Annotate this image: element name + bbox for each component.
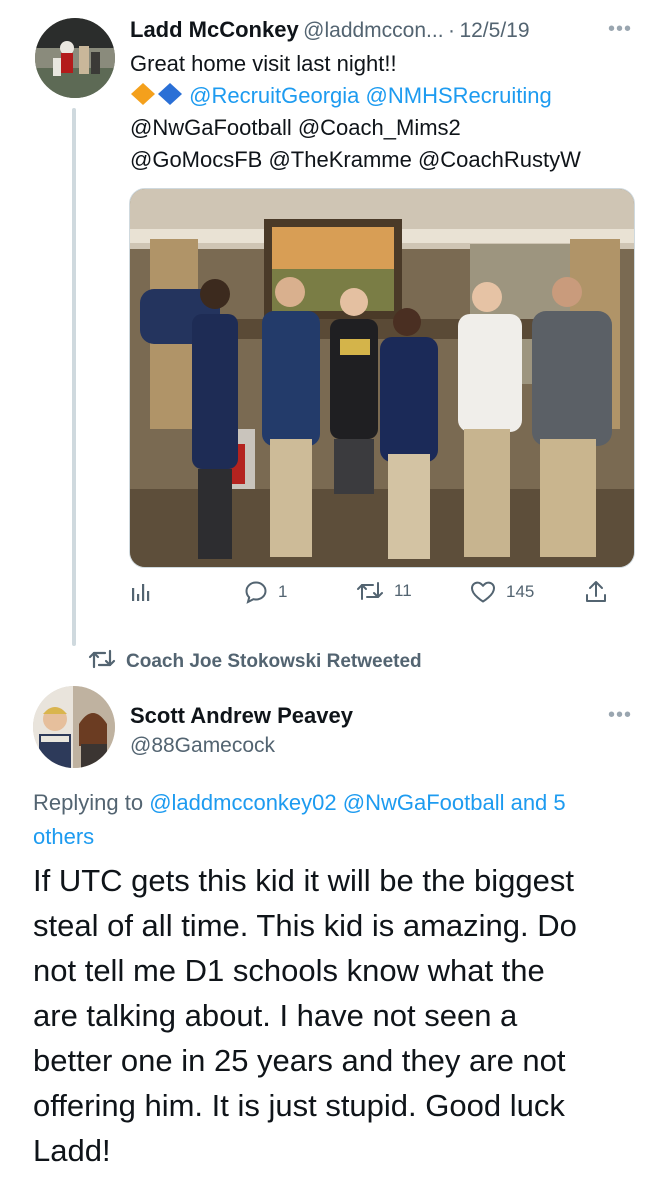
- retweet-banner: Coach Joe Stokowski Retweeted: [88, 648, 422, 675]
- retweeted-by-text[interactable]: Coach Joe Stokowski Retweeted: [126, 651, 422, 673]
- body-line: offering him. It is just stupid. Good lu…: [33, 1088, 565, 1123]
- author-name[interactable]: Ladd McConkey: [130, 17, 299, 42]
- avatar-scott[interactable]: [33, 686, 115, 768]
- tweet1-text-line1: Great home visit last night!!: [130, 51, 397, 76]
- tweet1-header: Ladd McConkey @laddmccon... · 12/5/19: [130, 17, 530, 43]
- thread-line: [72, 108, 76, 646]
- author-name[interactable]: Scott Andrew Peavey: [130, 703, 353, 729]
- tweet-date[interactable]: 12/5/19: [459, 19, 529, 42]
- tweet1-mentions-row1: @RecruitGeorgia @NMHSRecruiting: [130, 80, 552, 114]
- retweet-count: 11: [394, 581, 412, 600]
- reply-button[interactable]: 1: [244, 580, 287, 604]
- mention-links[interactable]: @RecruitGeorgia @NMHSRecruiting: [189, 83, 552, 108]
- avatar-ladd[interactable]: [35, 18, 115, 98]
- more-icon[interactable]: •••: [608, 18, 632, 41]
- like-icon: [470, 580, 496, 604]
- share-icon: [585, 580, 607, 604]
- reply-count: 1: [278, 582, 288, 601]
- mention-links[interactable]: @GoMocsFB @TheKramme @CoachRustyW: [130, 144, 581, 175]
- more-icon[interactable]: •••: [608, 704, 632, 727]
- replying-prefix: Replying to: [33, 790, 144, 815]
- orange-diamond-icon: [130, 82, 156, 114]
- body-line: better one in 25 years and they are not: [33, 1043, 566, 1078]
- body-line: Ladd!: [33, 1133, 111, 1168]
- retweet-icon: [88, 648, 116, 675]
- retweet-icon: [356, 580, 384, 602]
- author-handle[interactable]: @88Gamecock: [130, 734, 275, 758]
- like-button[interactable]: 145: [470, 580, 534, 604]
- tweet-photo[interactable]: [129, 188, 635, 568]
- blue-diamond-icon: [157, 82, 183, 114]
- share-button[interactable]: [585, 580, 607, 604]
- replying-others[interactable]: others: [33, 824, 94, 849]
- tweet2-body: If UTC gets this kid it will be the bigg…: [33, 858, 643, 1173]
- separator-dot: ·: [448, 19, 455, 42]
- body-line: are talking about. I have not seen a: [33, 998, 518, 1033]
- analytics-icon: [130, 580, 152, 602]
- mention-links[interactable]: @NwGaFootball @Coach_Mims2: [130, 112, 461, 143]
- like-count: 145: [506, 582, 535, 601]
- reply-icon: [244, 580, 268, 604]
- replying-mentions[interactable]: @laddmcconkey02 @NwGaFootball and 5: [149, 790, 565, 815]
- author-handle[interactable]: @laddmccon...: [303, 19, 443, 42]
- replying-to: Replying to @laddmcconkey02 @NwGaFootbal…: [33, 786, 643, 854]
- body-line: If UTC gets this kid it will be the bigg…: [33, 863, 575, 898]
- body-line: steal of all time. This kid is amazing. …: [33, 908, 577, 943]
- body-line: not tell me D1 schools know what the: [33, 953, 545, 988]
- retweet-button[interactable]: 11: [356, 580, 412, 602]
- analytics-button[interactable]: [130, 580, 152, 602]
